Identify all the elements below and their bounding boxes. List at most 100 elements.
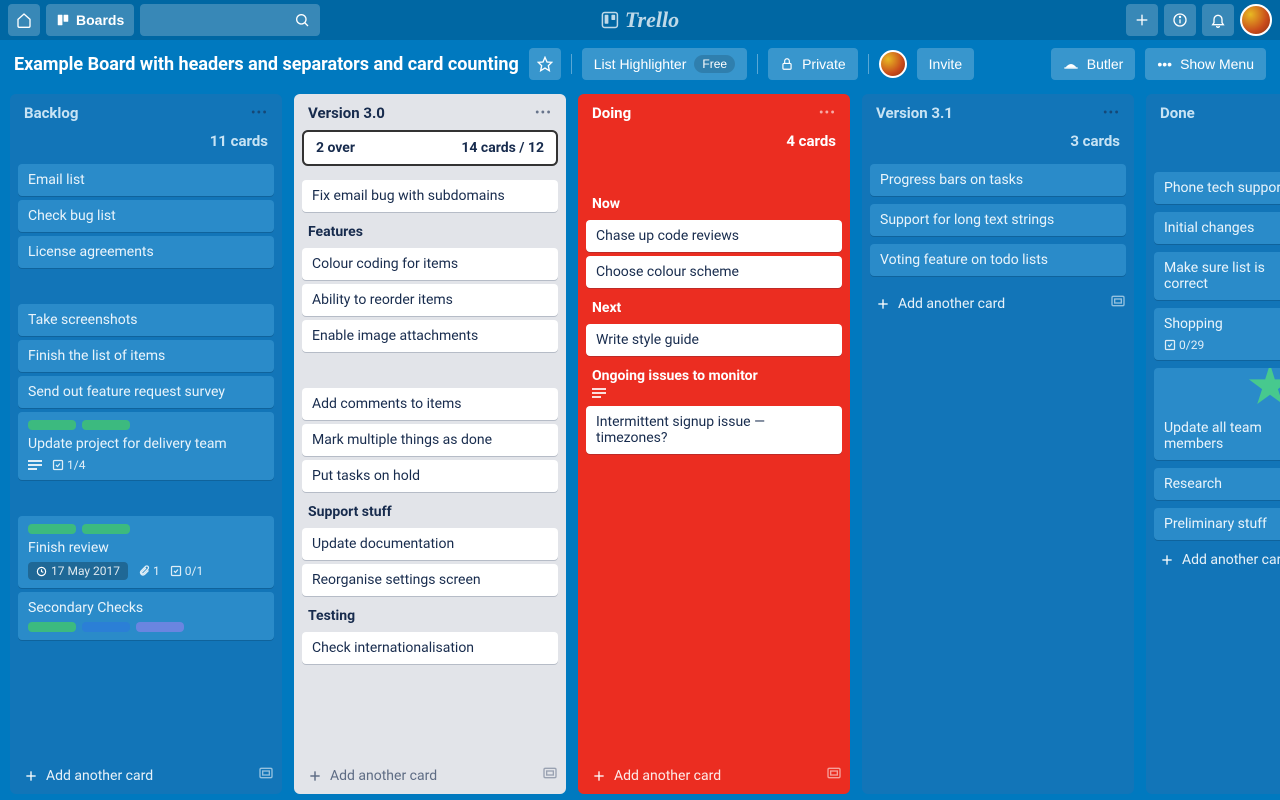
list-menu-button[interactable]: •••: [819, 105, 836, 121]
list-title[interactable]: Done: [1160, 104, 1195, 122]
free-badge: Free: [694, 55, 735, 73]
card[interactable]: Write style guide: [586, 324, 842, 356]
template-icon[interactable]: [258, 765, 274, 781]
card[interactable]: Colour coding for items: [302, 248, 558, 280]
card[interactable]: Initial changes: [1154, 212, 1280, 244]
template-icon[interactable]: [1110, 293, 1126, 309]
trello-logo[interactable]: Trello: [601, 7, 679, 33]
due-date-badge: 17 May 2017: [28, 562, 128, 580]
add-card-button[interactable]: Add another card: [870, 288, 1011, 314]
card[interactable]: Finish the list of items: [18, 340, 274, 372]
star-board-button[interactable]: [529, 48, 561, 80]
search-input[interactable]: [140, 4, 320, 36]
member-avatar[interactable]: [879, 50, 907, 78]
label-chip: [28, 622, 76, 632]
template-icon[interactable]: [542, 765, 558, 781]
card[interactable]: Voting feature on todo lists: [870, 244, 1126, 276]
list-backlog: Backlog ••• 11 cards Email list Check bu…: [10, 94, 282, 794]
create-button[interactable]: [1126, 4, 1158, 36]
info-button[interactable]: [1164, 4, 1196, 36]
card[interactable]: Ability to reorder items: [302, 284, 558, 316]
avatar[interactable]: [1240, 4, 1272, 36]
label-chip: [82, 420, 130, 430]
card[interactable]: Choose colour scheme: [586, 256, 842, 288]
card[interactable]: Update project for delivery team 1/4: [18, 412, 274, 480]
notifications-button[interactable]: [1202, 4, 1234, 36]
butler-button[interactable]: Butler: [1051, 48, 1136, 80]
list-menu-button[interactable]: •••: [1103, 105, 1120, 121]
show-menu-button[interactable]: ••• Show Menu: [1145, 48, 1266, 80]
list-title[interactable]: Backlog: [24, 104, 78, 122]
list-version-3-0: Version 3.0 ••• 2 over 14 cards / 12 Fix…: [294, 94, 566, 794]
star-icon: [537, 56, 553, 72]
boards-label: Boards: [76, 12, 124, 28]
label-chip: [136, 622, 184, 632]
card[interactable]: Chase up code reviews: [586, 220, 842, 252]
plus-icon: [1134, 12, 1150, 28]
checklist-icon: [1164, 339, 1176, 351]
section-header: Next: [586, 292, 842, 320]
divider: [757, 54, 758, 74]
card[interactable]: Send out feature request survey: [18, 376, 274, 408]
label-chip: [82, 524, 130, 534]
checklist-icon: [52, 459, 64, 471]
list-highlighter-button[interactable]: List Highlighter Free: [582, 48, 747, 80]
add-card-button[interactable]: Add another card: [1154, 544, 1280, 570]
card[interactable]: License agreements: [18, 236, 274, 268]
card-count: 4 cards: [586, 128, 842, 160]
card[interactable]: Support for long text strings: [870, 204, 1126, 236]
section-header: Support stuff: [302, 496, 558, 524]
global-topbar: Boards Trello: [0, 0, 1280, 40]
description-icon: [28, 459, 42, 471]
lock-icon: [780, 57, 794, 71]
card[interactable]: Intermittent signup issue — timezones?: [586, 406, 842, 454]
plus-icon: [1160, 553, 1174, 567]
plus-icon: [876, 297, 890, 311]
card[interactable]: Finish review 17 May 2017 1 0/1: [18, 516, 274, 588]
list-title[interactable]: Doing: [592, 104, 631, 122]
clock-icon: [36, 566, 47, 577]
card[interactable]: Update documentation: [302, 528, 558, 560]
card[interactable]: Check internationalisation: [302, 632, 558, 664]
star-icon: [1248, 368, 1280, 408]
board-header: Example Board with headers and separator…: [0, 40, 1280, 88]
add-card-button[interactable]: Add another card: [18, 760, 159, 786]
card[interactable]: Research: [1154, 468, 1280, 500]
invite-button[interactable]: Invite: [917, 48, 974, 80]
card[interactable]: Fix email bug with subdomains: [302, 180, 558, 212]
card[interactable]: Take screenshots: [18, 304, 274, 336]
card-count-box: 2 over 14 cards / 12: [302, 130, 558, 166]
ellipsis-icon: •••: [1157, 56, 1172, 72]
butler-icon: [1063, 57, 1079, 71]
card[interactable]: Shopping 0/29: [1154, 308, 1280, 360]
card[interactable]: Progress bars on tasks: [870, 164, 1126, 196]
list-title[interactable]: Version 3.1: [876, 104, 953, 122]
card-count: 11 cards: [18, 128, 274, 160]
privacy-button[interactable]: Private: [768, 48, 858, 80]
card[interactable]: Mark multiple things as done: [302, 424, 558, 456]
card-count: 3 cards: [870, 128, 1126, 160]
card[interactable]: Phone tech support: [1154, 172, 1280, 204]
card[interactable]: Add comments to items: [302, 388, 558, 420]
card[interactable]: Put tasks on hold: [302, 460, 558, 492]
card[interactable]: Preliminary stuff: [1154, 508, 1280, 540]
card[interactable]: Make sure list is correct: [1154, 252, 1280, 300]
list-menu-button[interactable]: •••: [535, 105, 552, 121]
card[interactable]: Email list: [18, 164, 274, 196]
card[interactable]: Enable image attachments: [302, 320, 558, 352]
list-doing: Doing ••• 4 cards Now Chase up code revi…: [578, 94, 850, 794]
add-card-button[interactable]: Add another card: [586, 760, 727, 786]
card[interactable]: Secondary Checks: [18, 592, 274, 640]
section-header: Features: [302, 216, 558, 244]
add-card-button[interactable]: Add another card: [302, 760, 443, 786]
list-menu-button[interactable]: •••: [251, 105, 268, 121]
card[interactable]: Reorganise settings screen: [302, 564, 558, 596]
card[interactable]: Update all team members: [1154, 368, 1280, 460]
boards-button[interactable]: Boards: [46, 4, 134, 36]
template-icon[interactable]: [826, 765, 842, 781]
list-title[interactable]: Version 3.0: [308, 104, 385, 122]
card[interactable]: Check bug list: [18, 200, 274, 232]
section-header: Testing: [302, 600, 558, 628]
home-button[interactable]: [8, 4, 40, 36]
board-canvas: Backlog ••• 11 cards Email list Check bu…: [0, 88, 1280, 800]
